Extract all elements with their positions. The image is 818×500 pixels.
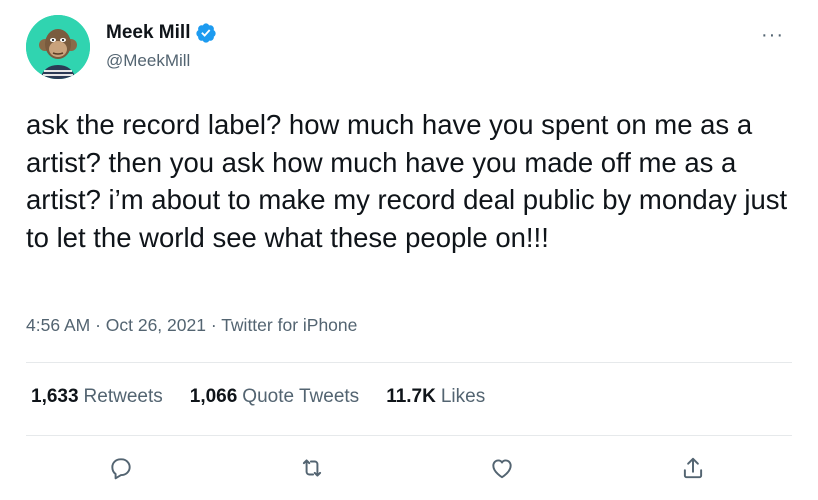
like-icon [492, 459, 512, 479]
retweet-icon [302, 459, 322, 477]
ape-avatar-icon [26, 15, 90, 79]
tweet-timestamp[interactable]: 4:56 AM · Oct 26, 2021 · Twitter for iPh… [26, 315, 357, 336]
likes-label: Likes [440, 386, 486, 407]
verified-badge-icon [196, 23, 217, 43]
retweets-label: Retweets [83, 386, 163, 407]
tweet-card: Meek Mill @MeekMill ··· ask the record l… [0, 0, 818, 500]
tweet-stats: 1,633 Retweets 1,066 Quote Tweets 11.7K Lik… [31, 386, 485, 408]
author-handle[interactable]: @MeekMill [106, 51, 190, 71]
share-icon [683, 457, 703, 479]
quotes-label: Quote Tweets [242, 386, 360, 407]
like-button[interactable] [482, 448, 522, 488]
quotes-stat[interactable]: 1,066 Quote Tweets [190, 386, 359, 408]
likes-count: 11.7K [386, 386, 436, 407]
author-name[interactable]: Meek Mill [106, 22, 190, 44]
share-button[interactable] [673, 448, 713, 488]
retweets-stat[interactable]: 1,633 Retweets [31, 386, 163, 408]
avatar[interactable] [26, 15, 90, 79]
quotes-count: 1,066 [189, 386, 238, 407]
reply-button[interactable] [101, 448, 141, 488]
tweet-text: ask the record label? how much have you … [26, 109, 788, 253]
retweet-button[interactable] [292, 448, 332, 488]
divider [26, 362, 792, 363]
more-options-icon[interactable]: ··· [761, 24, 784, 47]
reply-icon [111, 458, 131, 480]
author-name-row[interactable]: Meek Mill [106, 22, 217, 44]
action-bar [0, 448, 818, 488]
retweets-count: 1,633 [31, 386, 79, 407]
divider [26, 435, 792, 436]
likes-stat[interactable]: 11.7K Likes [386, 386, 485, 408]
